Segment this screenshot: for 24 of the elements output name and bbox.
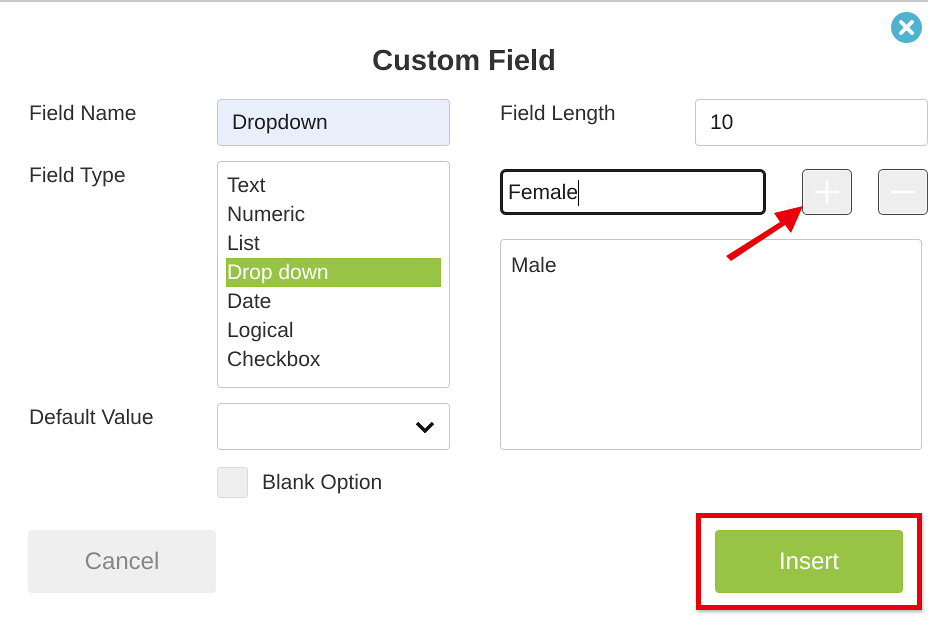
field-label: Field Length [500, 101, 616, 127]
close-icon[interactable] [891, 12, 922, 43]
dialog-title: Custom Field [372, 44, 556, 79]
option-values-list[interactable]: Male [500, 239, 922, 450]
remove-button[interactable] [878, 169, 928, 215]
field-label: Field Name [29, 101, 138, 127]
list-option[interactable]: Date [226, 287, 441, 316]
list-option[interactable]: Checkbox [226, 345, 441, 374]
option-value[interactable]: Male [511, 251, 911, 280]
input-field[interactable]: Dropdown [217, 99, 450, 146]
checkbox[interactable] [217, 467, 248, 498]
list-option[interactable]: Logical [226, 316, 441, 345]
dropdown-field[interactable] [217, 403, 450, 450]
field-label: Field Type [29, 163, 126, 189]
chevron-down-icon [415, 420, 435, 432]
input-field[interactable]: 10 [695, 99, 928, 146]
checkbox-label: Blank Option [262, 470, 382, 494]
field-label: Default Value [29, 405, 155, 431]
add-button[interactable] [802, 169, 852, 215]
list-option[interactable]: Text [226, 171, 441, 200]
list-option[interactable]: List [226, 229, 441, 258]
option-input-field[interactable]: Female [500, 169, 766, 215]
field-type-list[interactable]: Text Numeric List Drop down Date Logical Checkbox [217, 161, 450, 388]
list-option[interactable]: Numeric [226, 200, 441, 229]
